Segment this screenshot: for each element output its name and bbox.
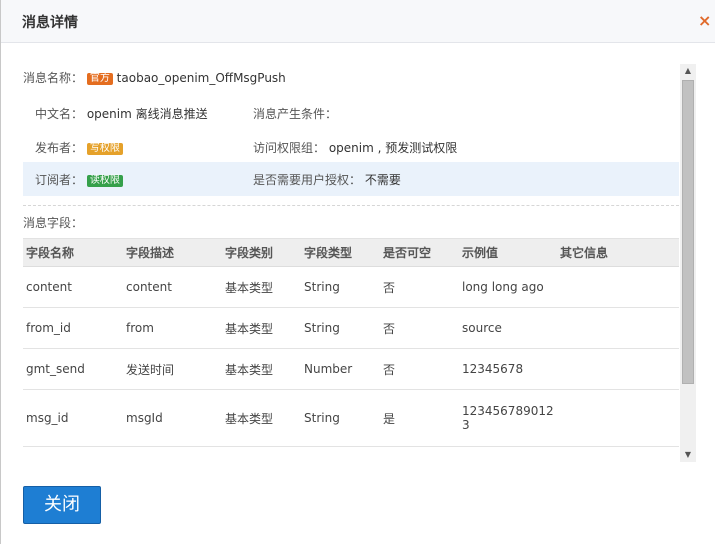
cell-field-desc: msgId <box>123 389 222 447</box>
official-badge: 官方 <box>86 73 113 85</box>
subscriber-label: 订阅者： <box>35 173 84 187</box>
info-row-publisher: 发布者： 写权限 访问权限组： openim , 预发测试权限 <box>23 130 679 164</box>
access-group-cell: 访问权限组： openim , 预发测试权限 <box>253 139 457 156</box>
auth-cell: 是否需要用户授权： 不需要 <box>253 171 401 188</box>
scroll-down-arrow-icon[interactable]: ▼ <box>680 448 696 462</box>
auth-label: 是否需要用户授权： <box>253 173 362 187</box>
cell-field-type: String <box>301 389 380 447</box>
cn-name-value: openim 离线消息推送 <box>86 107 208 121</box>
cell-other <box>557 307 679 349</box>
cn-name-label: 中文名： <box>35 107 84 121</box>
message-name-line: 消息名称： 官方 taobao_openim_OffMsgPush <box>23 69 286 86</box>
cell-nullable: 否 <box>380 307 459 349</box>
scrollbar-thumb[interactable] <box>682 80 694 384</box>
cell-example: long long ago <box>459 266 557 308</box>
cell-field-type: String <box>301 266 380 308</box>
header-field-type: 字段类型 <box>301 238 380 267</box>
fields-table: 字段名称 字段描述 字段类别 字段类型 是否可空 示例值 其它信息 conten… <box>23 238 679 447</box>
cell-other <box>557 348 679 390</box>
cell-field-type: String <box>301 307 380 349</box>
cell-field-name: content <box>23 266 123 308</box>
condition-cell: 消息产生条件： <box>253 105 337 122</box>
cell-field-type: Number <box>301 348 380 390</box>
dialog-title: 消息详情 <box>22 15 78 31</box>
table-header-row: 字段名称 字段描述 字段类别 字段类型 是否可空 示例值 其它信息 <box>23 238 679 267</box>
table-row: content content 基本类型 String 否 long long … <box>23 266 679 308</box>
cell-field-category: 基本类型 <box>222 389 301 447</box>
write-permission-badge: 写权限 <box>86 143 123 155</box>
header-field-desc: 字段描述 <box>123 238 222 267</box>
cell-field-desc: from <box>123 307 222 349</box>
auth-value: 不需要 <box>364 173 401 187</box>
info-row-subscriber: 订阅者： 读权限 是否需要用户授权： 不需要 <box>23 162 679 196</box>
cell-field-name: msg_id <box>23 389 123 447</box>
close-icon[interactable]: × <box>698 13 714 29</box>
section-divider <box>23 205 679 206</box>
header-other: 其它信息 <box>557 238 679 267</box>
vertical-scrollbar[interactable]: ▲ ▼ <box>680 64 696 462</box>
cell-example: 1234567890123 <box>459 389 557 447</box>
access-group-value: openim , 预发测试权限 <box>328 141 458 155</box>
header-example: 示例值 <box>459 238 557 267</box>
message-detail-dialog: 消息详情 × 消息名称： 官方 taobao_openim_OffMsgPush… <box>0 0 715 544</box>
table-row: gmt_send 发送时间 基本类型 Number 否 12345678 <box>23 348 679 390</box>
subscriber-cell: 订阅者： 读权限 <box>35 171 123 188</box>
cell-field-category: 基本类型 <box>222 266 301 308</box>
fields-section-label: 消息字段： <box>23 216 84 230</box>
detail-scroll-area[interactable]: 消息名称： 官方 taobao_openim_OffMsgPush 中文名： o… <box>1 62 697 462</box>
cell-field-desc: content <box>123 266 222 308</box>
header-nullable: 是否可空 <box>380 238 459 267</box>
header-field-name: 字段名称 <box>23 238 123 267</box>
publisher-cell: 发布者： 写权限 <box>35 139 123 156</box>
cell-example: source <box>459 307 557 349</box>
access-group-label: 访问权限组： <box>253 141 326 155</box>
header-field-category: 字段类别 <box>222 238 301 267</box>
cell-example: 12345678 <box>459 348 557 390</box>
scroll-up-arrow-icon[interactable]: ▲ <box>680 64 696 78</box>
cell-other <box>557 389 679 447</box>
close-button[interactable]: 关闭 <box>23 486 101 524</box>
message-name-value: taobao_openim_OffMsgPush <box>116 71 286 85</box>
cell-nullable: 否 <box>380 348 459 390</box>
cell-nullable: 是 <box>380 389 459 447</box>
cn-name-cell: 中文名： openim 离线消息推送 <box>35 105 208 122</box>
cell-nullable: 否 <box>380 266 459 308</box>
cell-field-desc: 发送时间 <box>123 348 222 390</box>
cell-other <box>557 266 679 308</box>
cell-field-category: 基本类型 <box>222 348 301 390</box>
publisher-label: 发布者： <box>35 141 84 155</box>
table-row: msg_id msgId 基本类型 String 是 1234567890123 <box>23 389 679 447</box>
condition-label: 消息产生条件： <box>253 107 338 121</box>
cell-field-category: 基本类型 <box>222 307 301 349</box>
read-permission-badge: 读权限 <box>86 175 123 187</box>
info-row-cn-name: 中文名： openim 离线消息推送 消息产生条件： <box>23 96 679 130</box>
cell-field-name: from_id <box>23 307 123 349</box>
dialog-header: 消息详情 × <box>1 0 715 43</box>
cell-field-name: gmt_send <box>23 348 123 390</box>
table-row: from_id from 基本类型 String 否 source <box>23 307 679 349</box>
message-name-label: 消息名称： <box>23 71 84 85</box>
